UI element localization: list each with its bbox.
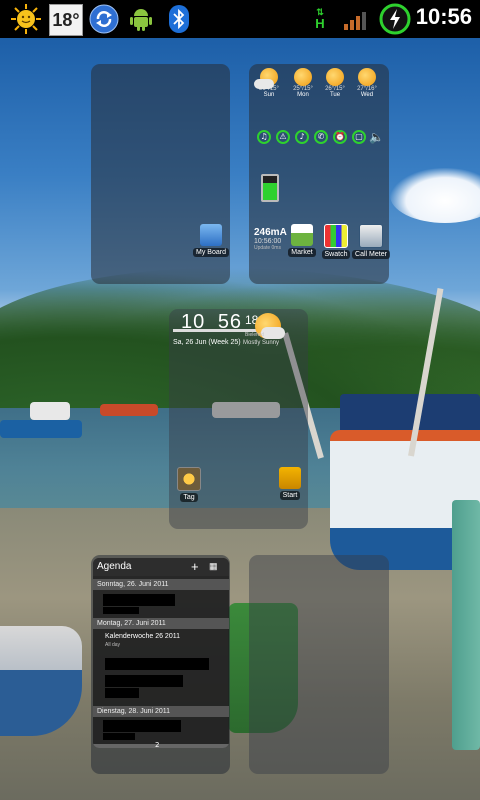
volume-icon[interactable]: 🔈: [369, 130, 384, 144]
weather-condition: Mostly Sunny: [243, 340, 280, 346]
start-label: Start: [279, 491, 301, 500]
screen-toggle-icon[interactable]: ▢: [352, 130, 366, 144]
forecast-day-label: Mon: [297, 92, 309, 98]
sun-icon: [358, 68, 376, 86]
agenda-footer-bar: [93, 744, 229, 748]
agenda-date-header: Sonntag, 26. Juni 2011: [93, 579, 229, 590]
redacted-event: [103, 733, 135, 740]
folder-icon: [200, 224, 222, 246]
market-label: Market: [288, 248, 316, 257]
forecast-day-label: Wed: [360, 92, 374, 98]
signal-strength-icon: [342, 3, 372, 35]
alarm-toggle-icon[interactable]: ⏰: [333, 130, 347, 144]
post: [452, 500, 480, 750]
agenda-title: Agenda: [97, 561, 132, 572]
agenda-add-button[interactable]: +: [191, 559, 199, 574]
bluetooth-icon[interactable]: [168, 3, 190, 35]
redacted-event: [103, 720, 181, 732]
network-type-label: H: [315, 16, 325, 31]
redacted-event: [105, 658, 209, 670]
battery-charging-icon: [378, 3, 412, 35]
boat: [30, 402, 70, 420]
android-icon[interactable]: [128, 3, 154, 35]
status-bar: 18° ⇅ H 10:56: [0, 0, 480, 38]
swatch-icon: [324, 224, 348, 248]
redacted-event: [105, 688, 139, 698]
forecast-day-label: Sun: [263, 92, 275, 98]
start-icon: [279, 467, 301, 489]
tag-label: Tag: [180, 493, 198, 502]
vibrate-toggle-icon[interactable]: ⚠: [276, 130, 290, 144]
agenda-date-header: Montag, 27. Juni 2011: [93, 618, 229, 629]
battery-widget-icon[interactable]: [261, 174, 279, 202]
status-clock: 10:56: [415, 4, 472, 29]
agenda-event-title[interactable]: Kalenderwoche 26 2011: [105, 633, 180, 640]
cloud: [390, 168, 480, 223]
widget-panel-bottom-right: [249, 555, 389, 774]
sync-icon[interactable]: [88, 3, 120, 35]
boat: [0, 420, 82, 438]
clock-date: Sa, 26 Jun (Week 25): [173, 339, 241, 346]
boat: [100, 404, 158, 416]
call-meter-shortcut[interactable]: Call Meter: [351, 224, 391, 259]
widget-panel-top-right: 26°/15° Sun 25°/15° Mon 26°/15° Tue 27°/…: [249, 64, 391, 284]
redacted-event: [103, 594, 175, 606]
redacted-event: [103, 607, 139, 614]
agenda-panel: Agenda + ▦ Sonntag, 26. Juni 2011 Montag…: [91, 555, 230, 774]
weather-sun-icon[interactable]: [10, 3, 42, 35]
ringer-toggle-icon[interactable]: ♪: [295, 130, 309, 144]
market-icon: [291, 224, 313, 246]
agenda-widget[interactable]: Agenda + ▦ Sonntag, 26. Juni 2011 Montag…: [93, 558, 229, 748]
widget-panel-top-left: My Board: [91, 64, 230, 284]
my-board-shortcut[interactable]: My Board: [191, 224, 231, 257]
boat: [340, 394, 480, 434]
forecast-day: 27°/16° Wed: [353, 68, 381, 98]
clock-weather-widget[interactable]: 10 56 18° Sa, 26 Jun (Week 25) Mostly Su…: [171, 309, 307, 349]
call-meter-label: Call Meter: [352, 250, 390, 259]
forecast-day-label: Tue: [329, 92, 341, 98]
agenda-header: Agenda + ▦: [93, 558, 229, 576]
forecast-day: 26°/15° Tue: [321, 68, 349, 98]
temperature-indicator[interactable]: 18°: [49, 4, 83, 36]
agenda-date-header: Dienstag, 28. Juni 2011: [93, 706, 229, 717]
call-meter-icon: [359, 224, 383, 248]
tag-weather-icon: [177, 467, 201, 491]
sun-icon: [294, 68, 312, 86]
headphones-toggle-icon[interactable]: ♫: [257, 130, 271, 144]
forecast-day: 26°/15° Sun: [254, 68, 283, 98]
redacted-event: [105, 675, 183, 687]
forecast-day: 25°/15° Mon: [289, 68, 317, 98]
start-shortcut[interactable]: Start: [270, 467, 310, 500]
swatch-label: Swatch: [321, 250, 351, 259]
agenda-footer[interactable]: 2: [155, 741, 159, 748]
sun-icon: [326, 68, 344, 86]
calendar-icon[interactable]: ▦: [209, 561, 218, 572]
network-type-icon: ⇅ H: [315, 7, 325, 31]
widget-panel-middle: 10 56 18° Sa, 26 Jun (Week 25) Mostly Su…: [169, 309, 308, 529]
agenda-event-sub: All day: [105, 642, 121, 648]
tag-shortcut[interactable]: Tag: [169, 467, 209, 502]
swatch-shortcut[interactable]: Swatch: [316, 224, 356, 259]
weather-location: Bielefeld: [245, 332, 265, 338]
partly-cloudy-icon: [254, 68, 278, 89]
my-board-label: My Board: [193, 248, 229, 257]
phone-toggle-icon[interactable]: ✆: [314, 130, 328, 144]
